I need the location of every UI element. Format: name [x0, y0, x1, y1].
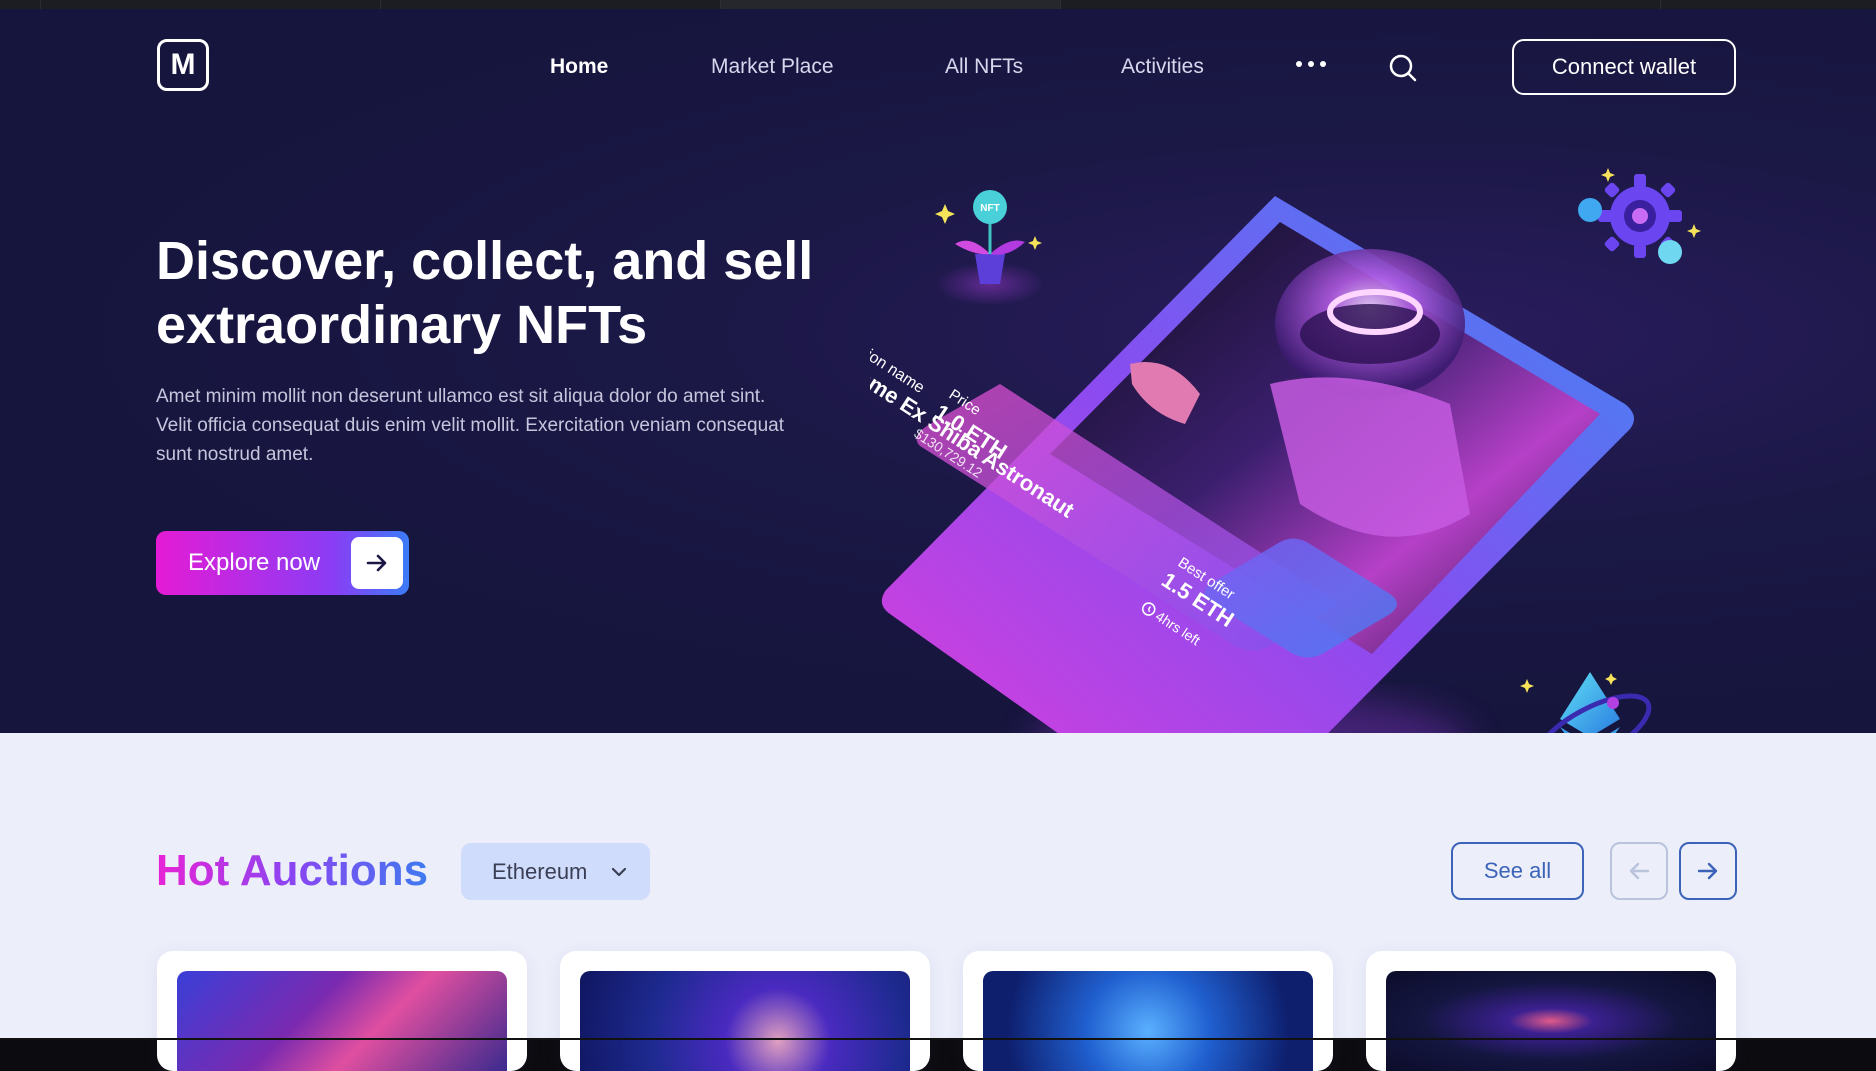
- auction-card[interactable]: [1366, 951, 1736, 1071]
- nav-link-all-nfts[interactable]: All NFTs: [945, 55, 1023, 79]
- nav-link-home[interactable]: Home: [550, 55, 608, 79]
- auction-image: [1386, 971, 1716, 1071]
- arrow-right-icon: [351, 537, 403, 589]
- hero-description: Amet minim mollit non deserunt ullamco e…: [156, 386, 785, 465]
- hero-section: M Home Market Place All NFTs Activities …: [0, 9, 1876, 733]
- chain-select-value: Ethereum: [492, 858, 588, 884]
- prev-button[interactable]: [1610, 842, 1668, 900]
- hot-auctions-title: Hot Auctions: [156, 846, 429, 895]
- browser-tab[interactable]: [1060, 0, 1661, 9]
- browser-tab[interactable]: [1660, 0, 1876, 9]
- more-dots-icon[interactable]: [1296, 54, 1326, 74]
- browser-tab[interactable]: [380, 0, 721, 9]
- nft-card[interactable]: Collection name NFT name Ex Shiba Astron…: [870, 184, 1650, 733]
- hero-title: Discover, collect, and sell extraordinar…: [156, 231, 814, 355]
- search-icon[interactable]: [1388, 53, 1418, 83]
- arrow-left-icon: [1629, 862, 1650, 880]
- next-button[interactable]: [1679, 842, 1737, 900]
- explore-now-button[interactable]: Explore now: [156, 531, 409, 595]
- browser-tab[interactable]: [40, 0, 381, 9]
- nav-link-market-place[interactable]: Market Place: [711, 55, 834, 79]
- nav-link-activities[interactable]: Activities: [1121, 55, 1204, 79]
- auction-image: [177, 971, 507, 1071]
- ethereum-orbit-icon: [1520, 672, 1652, 733]
- arrow-right-icon: [1697, 862, 1718, 880]
- auction-card[interactable]: [157, 951, 527, 1071]
- explore-now-label: Explore now: [188, 549, 321, 576]
- browser-top-bar: [0, 0, 1876, 9]
- auction-card[interactable]: [963, 951, 1333, 1071]
- chevron-down-icon: [611, 867, 627, 877]
- chain-select[interactable]: Ethereum: [461, 843, 650, 900]
- logo-letter: M: [170, 48, 196, 81]
- auction-image: [580, 971, 910, 1071]
- auction-card[interactable]: [560, 951, 930, 1071]
- connect-wallet-button[interactable]: Connect wallet: [1512, 39, 1736, 95]
- logo[interactable]: M: [157, 39, 209, 91]
- browser-tab-active[interactable]: [720, 0, 1061, 9]
- auction-image: [983, 971, 1313, 1071]
- see-all-button[interactable]: See all: [1451, 842, 1584, 900]
